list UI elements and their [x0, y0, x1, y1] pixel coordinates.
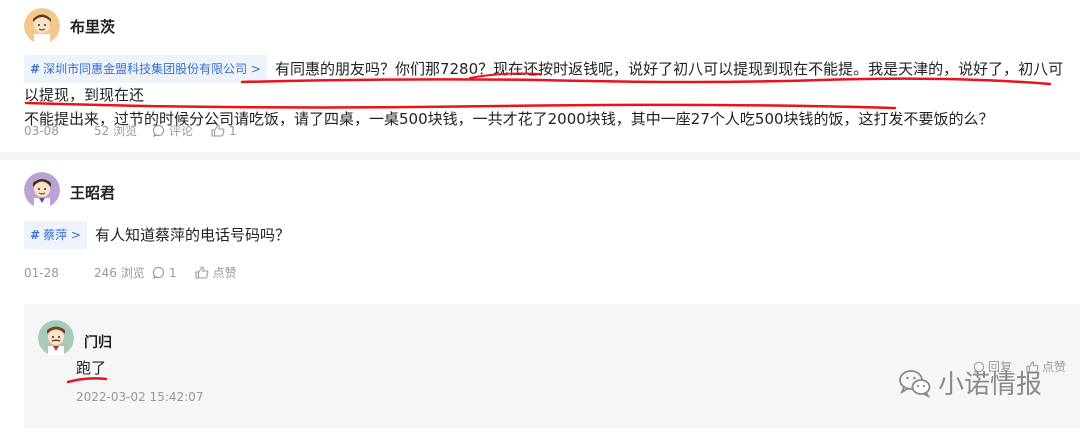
comment-button[interactable]: 评论: [152, 122, 193, 139]
reply-text: 跑了: [76, 359, 107, 377]
post-date: 01-28: [24, 265, 59, 280]
view-count: 52 浏览: [94, 124, 138, 138]
comment-button[interactable]: 1: [152, 266, 177, 280]
view-count: 246 浏览: [94, 266, 145, 280]
thumbs-up-icon: [195, 266, 209, 279]
post-date: 03-08: [24, 123, 59, 138]
watermark: 小诺情报: [898, 364, 1042, 401]
like-button[interactable]: 点赞: [195, 264, 237, 281]
comment-icon: [152, 266, 165, 279]
post-card: 王昭君 # 蔡萍 > 有人知道蔡萍的电话号码吗？ 01-28 246 浏览 1 点赞: [0, 160, 1080, 300]
topic-tag[interactable]: # 深圳市同惠金盟科技集团股份有限公司 >: [24, 55, 267, 83]
post-meta: 03-08 52 浏览 评论 1: [24, 122, 255, 139]
user-name[interactable]: 布里茨: [70, 16, 115, 37]
watermark-text: 小诺情报: [938, 370, 1043, 400]
post-content: # 蔡萍 > 有人知道蔡萍的电话号码吗？: [24, 221, 1064, 249]
reply-user-name[interactable]: 门归: [84, 332, 112, 352]
post-meta: 01-28 246 浏览 1 点赞: [24, 264, 255, 281]
hash-icon: #: [30, 62, 41, 76]
user-name[interactable]: 王昭君: [70, 182, 115, 203]
like-button[interactable]: 1: [211, 124, 237, 138]
reply-avatar[interactable]: [38, 320, 74, 356]
comment-icon: [152, 124, 165, 137]
wechat-icon: [899, 369, 931, 398]
post-content: # 深圳市同惠金盟科技集团股份有限公司 > 有同惠的朋友吗？你们那7280？现在还按…: [24, 55, 1064, 131]
thumbs-up-icon: [211, 124, 225, 137]
user-avatar[interactable]: [24, 172, 60, 208]
hash-icon: #: [30, 228, 41, 242]
user-avatar[interactable]: [24, 8, 60, 44]
post-divider: [0, 152, 1080, 160]
reply-date: 2022-03-02 15:42:07: [76, 390, 204, 404]
post-card: 布里茨 # 深圳市同惠金盟科技集团股份有限公司 > 有同惠的朋友吗？你们那7280？…: [0, 0, 1080, 152]
topic-tag[interactable]: # 蔡萍 >: [24, 221, 87, 249]
post-text: 有人知道蔡萍的电话号码吗？: [94, 226, 290, 244]
